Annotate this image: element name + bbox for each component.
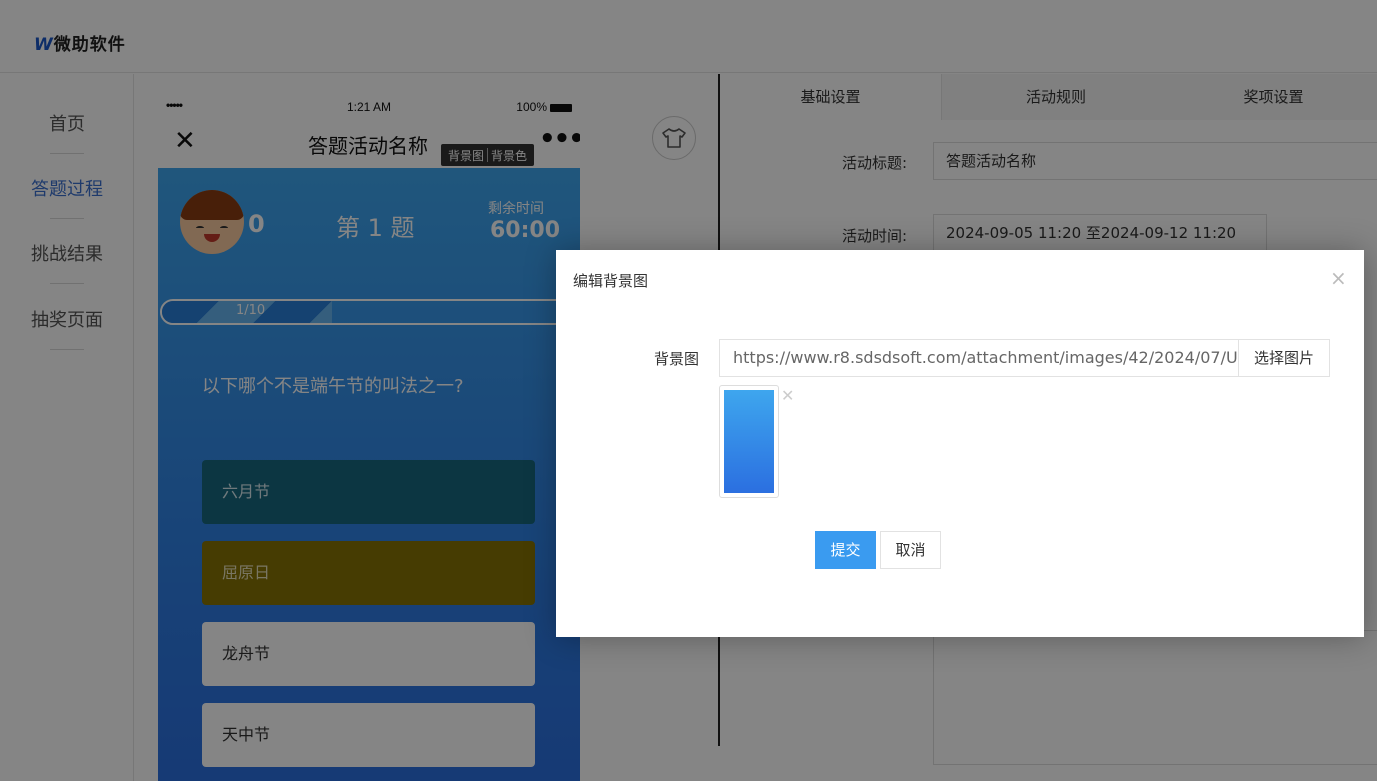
- thumbnail-image: [724, 390, 774, 493]
- close-icon[interactable]: ×: [1330, 266, 1347, 290]
- background-thumbnail: [719, 385, 779, 498]
- remove-image-icon[interactable]: ✕: [781, 386, 794, 405]
- cancel-button[interactable]: 取消: [880, 531, 941, 569]
- select-image-button[interactable]: 选择图片: [1238, 339, 1330, 377]
- background-url-input[interactable]: https://www.r8.sdsdsoft.com/attachment/i…: [719, 339, 1239, 377]
- background-image-label: 背景图: [654, 350, 700, 368]
- edit-background-modal: 编辑背景图 × 背景图 https://www.r8.sdsdsoft.com/…: [556, 250, 1364, 637]
- modal-title: 编辑背景图: [573, 272, 649, 290]
- submit-button[interactable]: 提交: [815, 531, 876, 569]
